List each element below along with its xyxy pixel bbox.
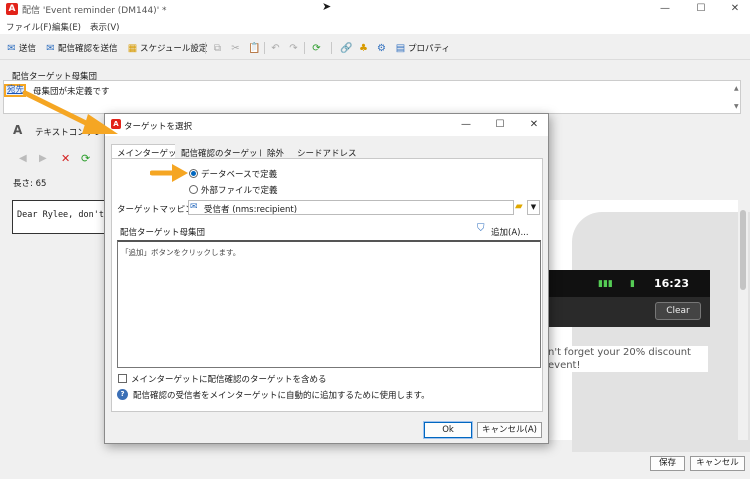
ok-button[interactable]: Ok [423, 421, 473, 439]
proof-envelope-icon: ✉ [46, 42, 55, 54]
dialog-title: ターゲットを選択 [124, 122, 193, 132]
add-filter-icon: ⛉ [477, 223, 485, 234]
adobe-logo-icon: A [6, 3, 18, 15]
include-proof-checkbox[interactable] [118, 374, 127, 383]
toolbar-separator [264, 42, 265, 54]
tools-icon[interactable]: ⚙ [376, 41, 387, 55]
radio-external-file-label: 外部ファイルで定義 [201, 186, 278, 196]
clipboard-icon: ▤ [395, 42, 406, 54]
length-label: 長さ: 65 [13, 179, 47, 189]
cut-icon[interactable]: ✂ [230, 41, 241, 55]
radio-database-label: データベースで定義 [201, 170, 278, 180]
recipient-icon: ✉ [190, 202, 198, 212]
mouse-cursor-icon: ➤ [322, 0, 332, 13]
info-icon: ? [117, 389, 128, 400]
properties-label: プロパティ [408, 44, 450, 54]
arrow-right-icon[interactable]: ▶ [39, 153, 47, 164]
toolbar-separator [304, 42, 305, 54]
tab-proof-target[interactable]: 配信確認のターゲット [175, 144, 273, 159]
toolbar-separator [331, 42, 332, 54]
dialog-minimize-button[interactable]: — [459, 118, 473, 132]
schedule-label: スケジュール設定 [140, 44, 208, 54]
menu-file[interactable]: ファイル(F) [6, 21, 52, 33]
radio-database[interactable] [189, 169, 198, 178]
undo-icon[interactable]: ↶ [270, 41, 281, 55]
phone-time: 16:23 [654, 277, 690, 290]
phone-body [572, 212, 750, 452]
folder-icon[interactable]: ▰ [515, 201, 523, 212]
target-mapping-value: 受信者 (nms:recipient) [204, 205, 298, 215]
tab-exclusion[interactable]: 除外 [261, 144, 291, 159]
link-icon[interactable]: 🔗 [340, 41, 352, 55]
tab-seed-address[interactable]: シードアドレス [291, 144, 363, 159]
properties-button[interactable]: ▤ プロパティ [395, 41, 450, 55]
include-proof-label: メインターゲットに配信確認のターゲットを含める [131, 375, 327, 385]
send-button[interactable]: ✉ 送信 [6, 41, 36, 55]
chevron-down-icon[interactable]: ▼ [527, 200, 540, 215]
maximize-button[interactable]: ☐ [694, 2, 708, 16]
redo-icon[interactable]: ↷ [288, 41, 299, 55]
dialog-close-button[interactable]: ✕ [527, 118, 541, 132]
copy-icon[interactable]: ⧉ [212, 41, 223, 55]
scrollbar-thumb[interactable] [740, 210, 746, 290]
cancel-button[interactable]: キャンセル [690, 456, 745, 471]
group-hint: 「追加」ボタンをクリックします。 [121, 248, 241, 257]
target-group-list[interactable] [117, 240, 541, 368]
toolbar-separator [205, 42, 206, 54]
close-window-button[interactable]: ✕ [728, 2, 742, 16]
paste-icon[interactable]: 📋 [248, 41, 260, 55]
radio-external-file[interactable] [189, 185, 198, 194]
save-button[interactable]: 保存 [650, 456, 685, 471]
menu-edit[interactable]: 編集(E) [52, 21, 81, 33]
send-proof-label: 配信確認を送信 [58, 44, 118, 54]
callout-arrow-icon [150, 164, 188, 182]
delete-icon[interactable]: ✕ [61, 152, 70, 165]
refresh-icon[interactable]: ⟳ [81, 152, 90, 165]
target-box-scrollbar[interactable]: ▲ ▼ [734, 84, 740, 112]
refresh-icon[interactable]: ⟳ [311, 41, 322, 55]
personalize-icon[interactable]: ♣ [358, 41, 369, 55]
signal-icon: ▮▮▮ [598, 279, 613, 289]
dialog-cancel-button[interactable]: キャンセル(A) [477, 422, 542, 438]
schedule-button[interactable]: ▦ スケジュール設定 [127, 41, 208, 55]
calendar-icon: ▦ [127, 42, 138, 54]
editor-text: Dear Rylee, don't [17, 210, 104, 220]
clear-button: Clear [655, 302, 701, 320]
battery-icon: ▮ [630, 279, 635, 289]
add-button[interactable]: 追加(A)... [491, 226, 529, 238]
callout-arrow-icon [22, 90, 118, 134]
window-title: 配信 'Event reminder (DM144)' * [22, 6, 167, 16]
font-icon: A [13, 123, 23, 137]
target-group-heading: 配信ターゲット母集団 [120, 228, 206, 238]
send-label: 送信 [19, 44, 37, 54]
arrow-left-icon[interactable]: ◀ [19, 153, 27, 164]
sms-preview-text: n't forget your 20% discount event! [548, 346, 708, 372]
info-text: 配信確認の受信者をメインターゲットに自動的に追加するために使用します。 [133, 391, 430, 401]
send-proof-button[interactable]: ✉ 配信確認を送信 [45, 41, 118, 55]
dialog-maximize-button[interactable]: ☐ [493, 118, 507, 132]
minimize-button[interactable]: — [658, 2, 672, 16]
menu-view[interactable]: 表示(V) [90, 21, 119, 33]
envelope-icon: ✉ [7, 42, 16, 54]
